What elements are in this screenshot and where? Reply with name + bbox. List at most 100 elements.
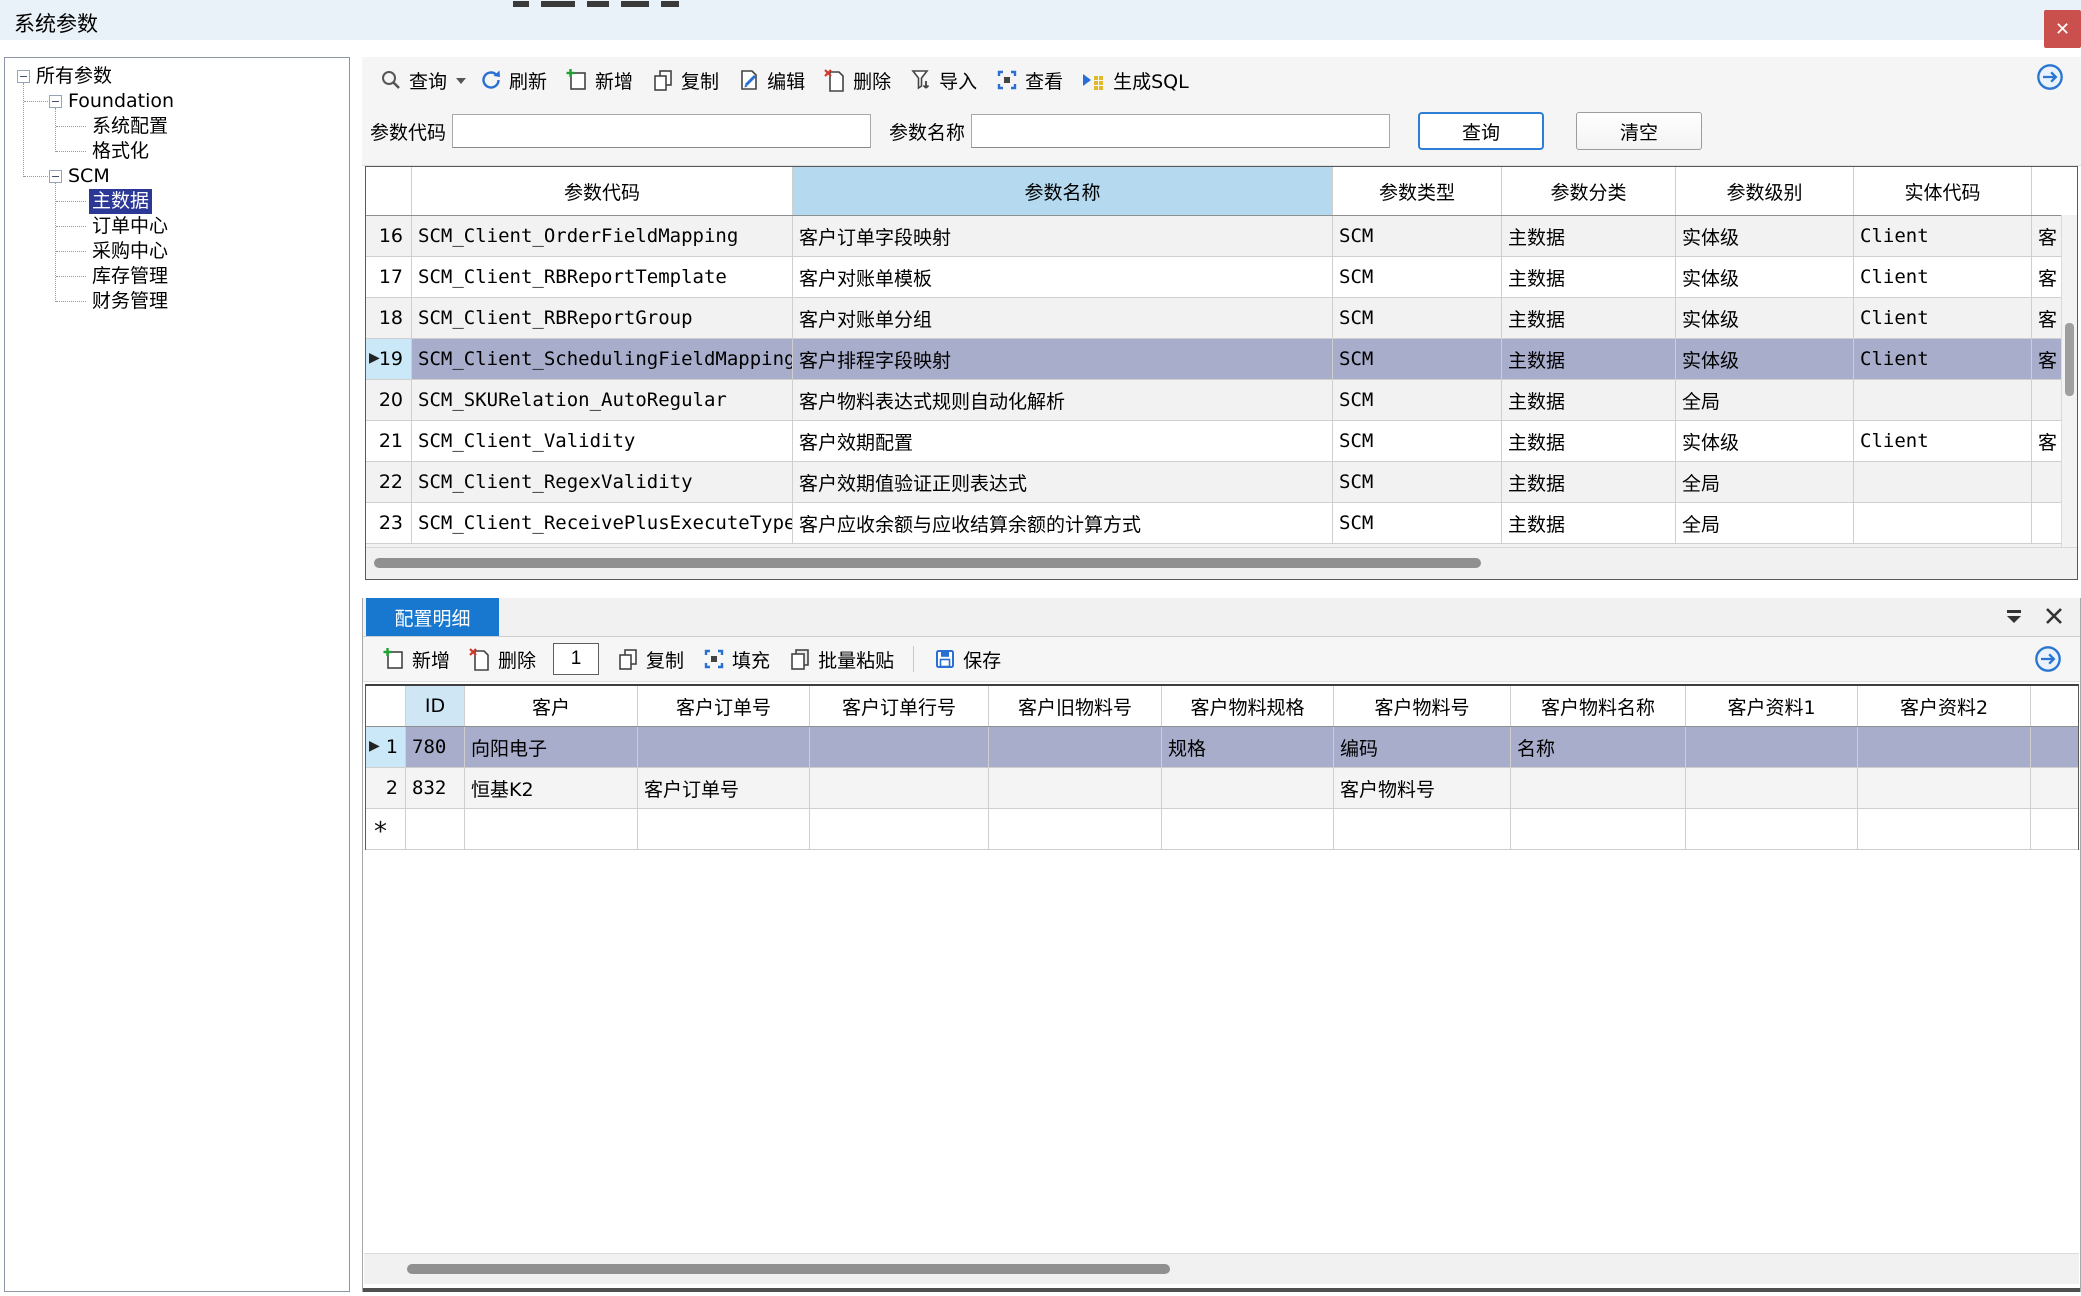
cell-type[interactable]: SCM bbox=[1333, 503, 1502, 543]
cell-code[interactable]: SCM_Client_RegexValidity bbox=[412, 462, 793, 502]
row-header[interactable]: 16 bbox=[366, 216, 412, 256]
horizontal-scrollbar[interactable] bbox=[366, 547, 2077, 579]
cell-old-item[interactable] bbox=[989, 809, 1162, 849]
cell-order-line[interactable] bbox=[810, 727, 989, 767]
collapse-box-icon[interactable] bbox=[49, 95, 62, 108]
cell-item-spec[interactable] bbox=[1162, 809, 1334, 849]
cell-type[interactable]: SCM bbox=[1333, 257, 1502, 297]
column-header-id[interactable]: ID bbox=[406, 686, 465, 726]
save-button[interactable]: 保存 bbox=[924, 643, 1010, 676]
batch-paste-button[interactable]: 批量粘贴 bbox=[779, 643, 903, 676]
cell-entity[interactable]: Client bbox=[1854, 421, 2032, 461]
collapse-panel-icon[interactable] bbox=[2002, 604, 2026, 628]
column-header-name[interactable]: 参数名称 bbox=[793, 167, 1333, 215]
cell-data1[interactable] bbox=[1686, 768, 1858, 808]
cell-item-name[interactable] bbox=[1511, 809, 1686, 849]
cell-code[interactable]: SCM_Client_ReceivePlusExecuteType bbox=[412, 503, 793, 543]
cell-entity[interactable] bbox=[1854, 462, 2032, 502]
cell-type[interactable]: SCM bbox=[1333, 298, 1502, 338]
view-button[interactable]: 查看 bbox=[986, 64, 1072, 97]
cell-category[interactable]: 主数据 bbox=[1502, 462, 1676, 502]
name-input[interactable] bbox=[971, 114, 1390, 148]
cell-item-spec[interactable]: 规格 bbox=[1162, 727, 1334, 767]
row-header[interactable]: 17 bbox=[366, 257, 412, 297]
code-input[interactable] bbox=[452, 114, 871, 148]
close-panel-icon[interactable] bbox=[2042, 604, 2066, 628]
detail-delete-button[interactable]: 删除 bbox=[459, 643, 545, 676]
cell-order-no[interactable] bbox=[638, 727, 810, 767]
column-header-item-name[interactable]: 客户物料名称 bbox=[1511, 686, 1686, 726]
generate-sql-button[interactable]: 生成SQL bbox=[1072, 64, 1198, 97]
table-row[interactable]: 17SCM_Client_RBReportTemplate客户对账单模板SCM主… bbox=[366, 257, 2077, 298]
cell-data2[interactable] bbox=[1858, 768, 2031, 808]
copy-count-input[interactable] bbox=[553, 643, 599, 675]
cell-data2[interactable] bbox=[1858, 809, 2031, 849]
cell-level[interactable]: 实体级 bbox=[1676, 339, 1854, 379]
cell-name[interactable]: 客户应收余额与应收结算余额的计算方式 bbox=[793, 503, 1333, 543]
fill-button[interactable]: 填充 bbox=[693, 643, 779, 676]
cell-category[interactable]: 主数据 bbox=[1502, 380, 1676, 420]
horizontal-scrollbar-thumb[interactable] bbox=[374, 558, 1481, 568]
cell-id[interactable] bbox=[406, 809, 465, 849]
cell-entity[interactable] bbox=[1854, 380, 2032, 420]
cell-partial[interactable] bbox=[2032, 503, 2062, 543]
cell-type[interactable]: SCM bbox=[1333, 421, 1502, 461]
cell-code[interactable]: SCM_Client_RBReportGroup bbox=[412, 298, 793, 338]
collapse-box-icon[interactable] bbox=[17, 70, 30, 83]
cell-old-item[interactable] bbox=[989, 768, 1162, 808]
collapse-box-icon[interactable] bbox=[49, 170, 62, 183]
cell-name[interactable]: 客户订单字段映射 bbox=[793, 216, 1333, 256]
cell-entity[interactable]: Client bbox=[1854, 216, 2032, 256]
detail-copy-button[interactable]: 复制 bbox=[607, 643, 693, 676]
cell-filler[interactable] bbox=[2031, 809, 2078, 849]
cell-entity[interactable]: Client bbox=[1854, 339, 2032, 379]
column-header-item-no[interactable]: 客户物料号 bbox=[1334, 686, 1511, 726]
cell-type[interactable]: SCM bbox=[1333, 380, 1502, 420]
cell-level[interactable]: 实体级 bbox=[1676, 216, 1854, 256]
cell-level[interactable]: 实体级 bbox=[1676, 298, 1854, 338]
cell-data1[interactable] bbox=[1686, 727, 1858, 767]
cell-item-no[interactable]: 客户物料号 bbox=[1334, 768, 1511, 808]
cell-partial[interactable] bbox=[2032, 380, 2062, 420]
cell-data2[interactable] bbox=[1858, 727, 2031, 767]
detail-add-button[interactable]: 新增 bbox=[373, 643, 459, 676]
table-row[interactable]: 18SCM_Client_RBReportGroup客户对账单分组SCM主数据实… bbox=[366, 298, 2077, 339]
cell-data1[interactable] bbox=[1686, 809, 1858, 849]
column-header-category[interactable]: 参数分类 bbox=[1502, 167, 1676, 215]
cell-item-spec[interactable] bbox=[1162, 768, 1334, 808]
table-row[interactable]: 23SCM_Client_ReceivePlusExecuteType客户应收余… bbox=[366, 503, 2077, 544]
cell-entity[interactable]: Client bbox=[1854, 257, 2032, 297]
query-submit-button[interactable]: 查询 bbox=[1418, 112, 1544, 150]
column-header-data1[interactable]: 客户资料1 bbox=[1686, 686, 1858, 726]
cell-code[interactable]: SCM_Client_OrderFieldMapping bbox=[412, 216, 793, 256]
cell-order-no[interactable] bbox=[638, 809, 810, 849]
table-row[interactable]: 21SCM_Client_Validity客户效期配置SCM主数据实体级Clie… bbox=[366, 421, 2077, 462]
cell-level[interactable]: 全局 bbox=[1676, 462, 1854, 502]
column-header-client[interactable]: 客户 bbox=[465, 686, 638, 726]
cell-name[interactable]: 客户效期值验证正则表达式 bbox=[793, 462, 1333, 502]
tab-config-detail[interactable]: 配置明细 bbox=[366, 598, 499, 636]
cell-category[interactable]: 主数据 bbox=[1502, 298, 1676, 338]
detail-horizontal-scrollbar-thumb[interactable] bbox=[407, 1264, 1170, 1274]
cell-code[interactable]: SCM_Client_RBReportTemplate bbox=[412, 257, 793, 297]
table-row[interactable]: ▶19SCM_Client_SchedulingFieldMapping客户排程… bbox=[366, 339, 2077, 380]
cell-order-line[interactable] bbox=[810, 809, 989, 849]
cell-client[interactable] bbox=[465, 809, 638, 849]
cell-item-no[interactable]: 编码 bbox=[1334, 727, 1511, 767]
cell-category[interactable]: 主数据 bbox=[1502, 503, 1676, 543]
refresh-button[interactable]: 刷新 bbox=[470, 64, 556, 97]
copy-button[interactable]: 复制 bbox=[642, 64, 728, 97]
cell-category[interactable]: 主数据 bbox=[1502, 216, 1676, 256]
cell-category[interactable]: 主数据 bbox=[1502, 421, 1676, 461]
cell-entity[interactable] bbox=[1854, 503, 2032, 543]
column-header-type[interactable]: 参数类型 bbox=[1333, 167, 1502, 215]
close-button[interactable]: ✕ bbox=[2044, 10, 2081, 48]
row-header[interactable]: ▶19 bbox=[366, 339, 412, 379]
tree-item-foundation[interactable]: Foundation bbox=[5, 89, 349, 114]
clear-button[interactable]: 清空 bbox=[1576, 112, 1702, 150]
row-header[interactable]: 20 bbox=[366, 380, 412, 420]
cell-item-name[interactable]: 名称 bbox=[1511, 727, 1686, 767]
column-header-data2[interactable]: 客户资料2 bbox=[1858, 686, 2031, 726]
cell-name[interactable]: 客户对账单分组 bbox=[793, 298, 1333, 338]
import-button[interactable]: 导入 bbox=[900, 64, 986, 97]
